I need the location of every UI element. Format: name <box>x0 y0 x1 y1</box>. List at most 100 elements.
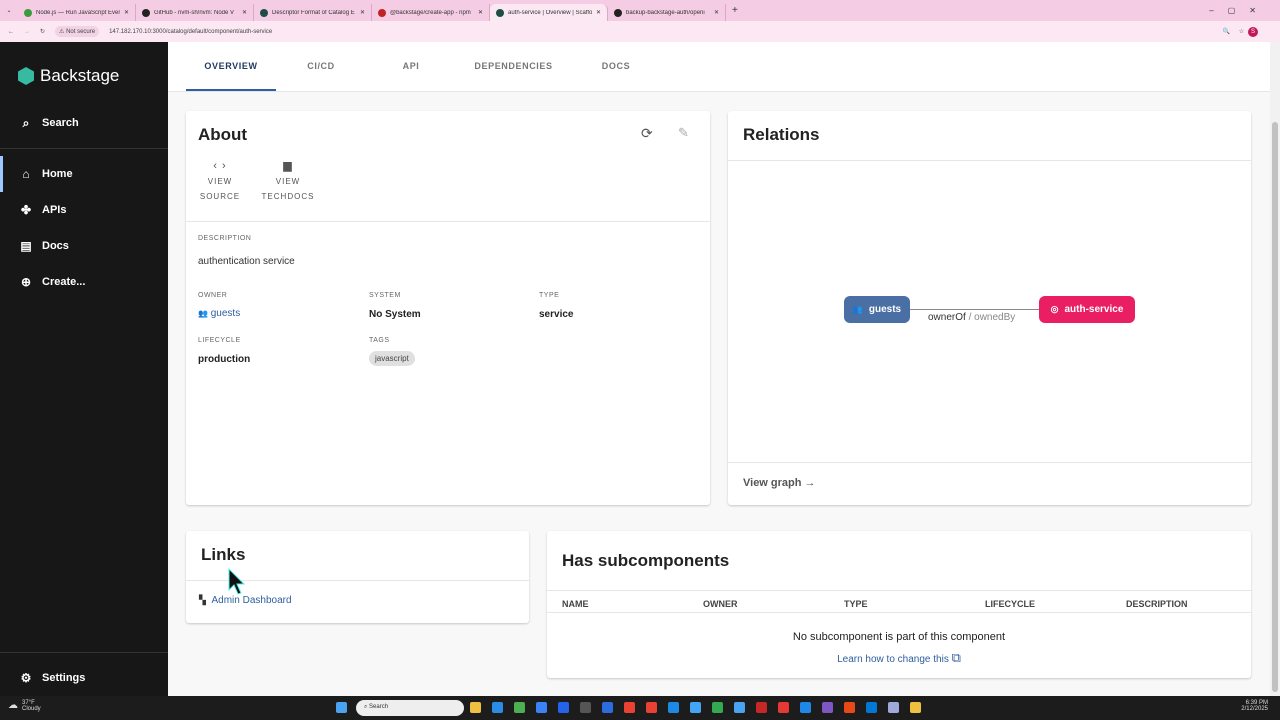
bookmark-star-icon[interactable]: ☆ <box>1239 28 1244 35</box>
column-header-type[interactable]: TYPE <box>844 599 868 609</box>
view-techdocs-button[interactable]: ▆ VIEW TECHDOCS <box>258 159 318 204</box>
graph-node-auth-service[interactable]: ◎ auth-service <box>1039 296 1135 323</box>
taskbar-app-icon[interactable] <box>580 702 591 713</box>
learn-more-link[interactable]: Learn how to change this ⧉ <box>547 650 1251 666</box>
browser-tab[interactable]: Node.js — Run JavaScript Ever ✕ <box>18 4 136 21</box>
taskbar-app-icon[interactable] <box>492 702 503 713</box>
taskbar-app-icon[interactable] <box>778 702 789 713</box>
browser-tab[interactable]: GitHub - nvm-sh/nvm: Node V ✕ <box>136 4 254 21</box>
scrollbar-thumb[interactable] <box>1272 122 1278 692</box>
description-label: DESCRIPTION <box>198 235 252 242</box>
favicon-icon <box>378 8 386 17</box>
taskbar-search[interactable]: ⌕ Search <box>356 700 464 716</box>
taskbar-app-icon[interactable] <box>668 702 679 713</box>
close-tab-icon[interactable]: ✕ <box>360 9 365 16</box>
taskbar-app-icon[interactable] <box>822 702 833 713</box>
sidebar-item-apis[interactable]: ✤ APIs <box>0 192 168 228</box>
tab-api[interactable]: API <box>366 42 456 91</box>
view-techdocs-label: TECHDOCS <box>261 192 315 201</box>
taskbar-app-icon[interactable] <box>470 702 481 713</box>
tab-docs[interactable]: DOCS <box>571 42 661 91</box>
lifecycle-value: production <box>198 354 251 365</box>
puzzle-icon: ✤ <box>20 203 32 217</box>
taskbar-app-icon[interactable] <box>910 702 921 713</box>
taskbar-app-icon[interactable] <box>624 702 635 713</box>
divider <box>0 148 168 149</box>
reload-icon[interactable]: ↻ <box>40 28 45 35</box>
start-icon[interactable] <box>336 702 347 713</box>
empty-state-message: No subcomponent is part of this componen… <box>792 631 1006 643</box>
taskbar-app-icon[interactable] <box>712 702 723 713</box>
taskbar-app-icon[interactable] <box>558 702 569 713</box>
relation-edge <box>910 309 1040 310</box>
taskbar-app-icon[interactable] <box>756 702 767 713</box>
column-header-description[interactable]: DESCRIPTION <box>1126 599 1188 609</box>
sidebar-item-create[interactable]: ⊕ Create... <box>0 264 168 300</box>
divider <box>0 652 168 653</box>
owner-label: OWNER <box>198 292 228 299</box>
taskbar-app-icon[interactable] <box>844 702 855 713</box>
weather-widget[interactable]: ☁ 37°F Cloudy <box>8 700 41 712</box>
page-scrollbar[interactable] <box>1270 42 1280 696</box>
close-tab-icon[interactable]: ✕ <box>124 9 129 16</box>
column-header-owner[interactable]: OWNER <box>703 599 738 609</box>
browser-tab[interactable]: auth-service | Overview | Scaffo ✕ <box>490 4 608 21</box>
sidebar-item-home[interactable]: ⌂ Home <box>0 156 168 192</box>
taskbar-app-icon[interactable] <box>690 702 701 713</box>
taskbar: ☁ 37°F Cloudy ⌕ Search 6:39 PM 2/12/2025 <box>0 696 1280 720</box>
taskbar-app-icon[interactable] <box>800 702 811 713</box>
backstage-logo[interactable]: Backstage <box>18 66 119 86</box>
external-link-icon: ⧉ <box>951 650 961 665</box>
sidebar-item-settings[interactable]: ⚙ Settings <box>0 660 168 696</box>
column-header-lifecycle[interactable]: LIFECYCLE <box>985 599 1035 609</box>
taskbar-app-icon[interactable] <box>734 702 745 713</box>
column-header-name[interactable]: NAME <box>562 599 589 609</box>
tab-title: @backstage/create-app - npm <box>390 9 471 16</box>
close-tab-icon[interactable]: ✕ <box>714 9 719 16</box>
tab-ci-cd[interactable]: CI/CD <box>276 42 366 91</box>
tab-list-icon[interactable]: ⌄ <box>0 7 18 14</box>
tab-title: auth-service | Overview | Scaffo <box>508 9 592 16</box>
view-source-label: VIEW <box>207 177 233 186</box>
tab-dependencies[interactable]: DEPENDENCIES <box>456 42 571 91</box>
close-tab-icon[interactable]: ✕ <box>596 9 601 16</box>
browser-tab[interactable]: backup-backstage-auth/openi ✕ <box>608 4 726 21</box>
profile-avatar[interactable]: S <box>1248 26 1258 37</box>
tag-chip[interactable]: javascript <box>369 351 415 366</box>
taskbar-app-icon[interactable] <box>646 702 657 713</box>
view-graph-link[interactable]: View graph → <box>743 477 816 489</box>
close-tab-icon[interactable]: ✕ <box>242 9 247 16</box>
url-input[interactable]: 147.182.170.10:3000/catalog/default/comp… <box>109 29 272 35</box>
weather-desc: Cloudy <box>22 706 41 712</box>
browser-tab-strip: ⌄ Node.js — Run JavaScript Ever ✕ GitHub -… <box>0 0 1280 21</box>
close-tab-icon[interactable]: ✕ <box>478 9 483 16</box>
back-icon[interactable]: ← <box>8 29 14 35</box>
graph-node-guests[interactable]: 👥 guests <box>844 296 910 323</box>
refresh-icon[interactable]: ⟳ <box>641 125 653 142</box>
dashboard-icon: ▚ <box>199 595 206 605</box>
links-title: Links <box>201 545 246 564</box>
browser-tab[interactable]: Descriptor Format of Catalog E ✕ <box>254 4 372 21</box>
taskbar-app-icon[interactable] <box>888 702 899 713</box>
browser-tab[interactable]: @backstage/create-app - npm ✕ <box>372 4 490 21</box>
owner-link[interactable]: 👥 guests <box>198 308 240 319</box>
tab-overview[interactable]: OVERVIEW <box>186 42 276 91</box>
node-label: guests <box>868 304 902 315</box>
taskbar-app-icon[interactable] <box>514 702 525 713</box>
tab-title: Node.js — Run JavaScript Ever <box>36 9 120 16</box>
window-controls[interactable]: –▢✕ <box>1209 6 1270 15</box>
zoom-icon[interactable]: 🔍 <box>1223 28 1230 35</box>
taskbar-app-icon[interactable] <box>536 702 547 713</box>
link-admin-dashboard[interactable]: ▚ Admin Dashboard <box>199 595 292 606</box>
edit-icon[interactable]: ✎ <box>678 125 689 141</box>
clock[interactable]: 6:39 PM 2/12/2025 <box>1241 700 1268 712</box>
security-badge[interactable]: ⚠ Not secure <box>55 26 100 37</box>
taskbar-app-icon[interactable] <box>866 702 877 713</box>
group-icon: 👥 <box>852 305 863 314</box>
view-source-button[interactable]: ‹ › VIEW SOURCE <box>198 159 242 204</box>
sidebar-search[interactable]: ⌕ Search <box>0 105 168 141</box>
forward-icon[interactable]: → <box>24 29 30 35</box>
taskbar-app-icon[interactable] <box>602 702 613 713</box>
new-tab-icon[interactable]: + <box>732 5 738 16</box>
sidebar-item-docs[interactable]: ▤ Docs <box>0 228 168 264</box>
